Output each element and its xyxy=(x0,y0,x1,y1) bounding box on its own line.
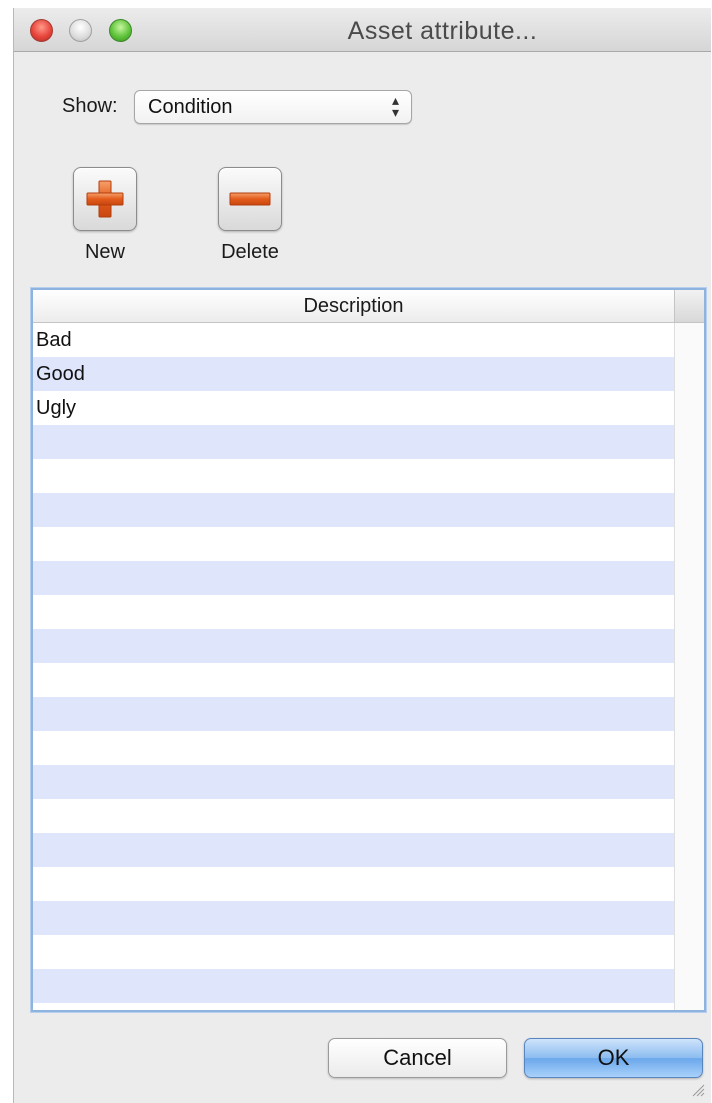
new-button[interactable] xyxy=(73,167,137,231)
table-row[interactable] xyxy=(33,527,674,561)
delete-button[interactable] xyxy=(218,167,282,231)
window-title: Asset attribute... xyxy=(347,17,538,45)
column-header-description[interactable]: Description xyxy=(33,290,674,323)
title-bar[interactable]: Asset attribute... xyxy=(14,8,711,52)
table-row[interactable]: Good xyxy=(33,357,674,391)
table-row[interactable] xyxy=(33,765,674,799)
table-row[interactable] xyxy=(33,833,674,867)
show-select-value: Condition xyxy=(148,96,233,118)
table-row[interactable] xyxy=(33,901,674,935)
table-row[interactable] xyxy=(33,629,674,663)
table-row[interactable] xyxy=(33,935,674,969)
show-select[interactable]: Condition ▴ ▾ xyxy=(134,90,412,124)
delete-button-label: Delete xyxy=(221,241,279,263)
plus-icon xyxy=(86,180,124,218)
resize-grip-icon[interactable] xyxy=(691,1083,705,1097)
table-row[interactable] xyxy=(33,459,674,493)
ok-button[interactable]: OK xyxy=(524,1038,703,1078)
table-row[interactable]: Bad xyxy=(33,323,674,357)
column-header-label: Description xyxy=(303,295,404,317)
table-row[interactable] xyxy=(33,663,674,697)
table-row[interactable] xyxy=(33,799,674,833)
table-row[interactable] xyxy=(33,697,674,731)
new-button-label: New xyxy=(84,241,125,263)
table-row[interactable] xyxy=(33,595,674,629)
table-corner xyxy=(674,290,704,323)
description-cell: Ugly xyxy=(36,397,77,419)
updown-arrows-icon: ▴ ▾ xyxy=(391,92,399,120)
minus-icon xyxy=(229,192,271,206)
table-row[interactable] xyxy=(33,969,674,1003)
cancel-button[interactable]: Cancel xyxy=(328,1038,507,1078)
table-row[interactable] xyxy=(33,1003,674,1010)
table-row[interactable] xyxy=(33,425,674,459)
table-row[interactable] xyxy=(33,561,674,595)
table-row[interactable]: Ugly xyxy=(33,391,674,425)
table-row[interactable] xyxy=(33,867,674,901)
table-body: Bad Good Ugly xyxy=(33,323,674,1010)
dialog-window: Asset attribute... Show: Condition ▴ ▾ Ne… xyxy=(13,8,711,1103)
show-label: Show: xyxy=(62,95,118,117)
description-cell: Bad xyxy=(36,329,72,351)
vertical-scrollbar[interactable] xyxy=(674,323,704,1010)
table-row[interactable] xyxy=(33,493,674,527)
description-cell: Good xyxy=(36,363,85,385)
description-table[interactable]: Description Bad Good Ugly xyxy=(31,288,706,1012)
table-row[interactable] xyxy=(33,731,674,765)
